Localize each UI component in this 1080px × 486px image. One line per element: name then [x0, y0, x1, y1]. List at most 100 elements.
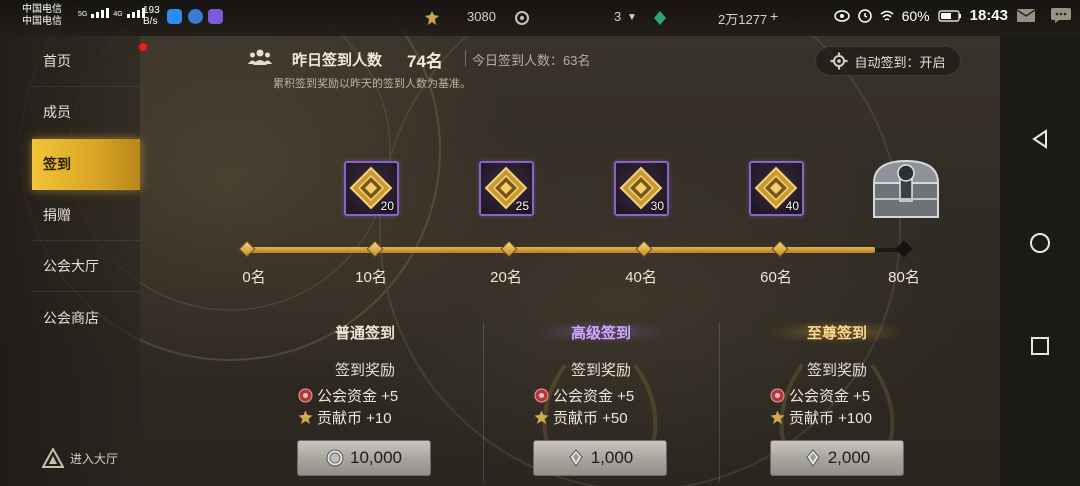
carrier-1: 中国电信 [22, 4, 62, 15]
sidebar-item-label: 首页 [43, 53, 71, 69]
resource-2-value: 3 [614, 9, 622, 24]
tier-reward-contribution: 贡献币 +50 [534, 407, 628, 427]
resource-2-dropdown-icon[interactable]: ▼ [627, 12, 637, 23]
sidebar-item-donate[interactable]: 捐赠 [32, 190, 140, 241]
sidebar-item-members[interactable]: 成员 [32, 87, 140, 138]
sidebar-item-label: 公会商店 [43, 309, 99, 326]
checkin-advanced-button[interactable]: 1,000 [533, 440, 667, 476]
net-speed: 193 B/s [143, 5, 160, 27]
chat-icon[interactable] [1050, 7, 1072, 24]
guild-fund-icon [534, 388, 549, 402]
resource-1-value: 3080 [467, 9, 496, 24]
sidebar-item-label: 公会大厅 [43, 258, 99, 274]
people-icon [248, 49, 272, 65]
checkin-normal-button[interactable]: 10,000 [297, 440, 431, 476]
contribution-coin-icon [534, 410, 549, 424]
progress-tick-label: 40名 [625, 269, 657, 286]
gold-gear-icon [425, 11, 439, 25]
tier-title: 至尊签到 [719, 315, 955, 349]
enter-hall-button[interactable]: 进入大厅 [42, 448, 118, 468]
tier-reward-2: 贡献币 +100 [789, 409, 872, 427]
sidebar-item-label: 成员 [43, 104, 71, 120]
signal-icon: 5G 4G [78, 8, 145, 18]
sidebar-item-guild-shop[interactable]: 公会商店 [32, 292, 140, 343]
progress-tick-label: 0名 [242, 269, 266, 286]
tier-normal: 普通签到 签到奖励 公会资金 +5 贡献币 +10 10,000 [247, 315, 483, 486]
tier-reward-1: 公会资金 +5 [317, 387, 399, 405]
contribution-coin-icon [770, 410, 785, 424]
notification-app-icon [208, 9, 223, 24]
milestone-reward-4[interactable]: 40 [749, 161, 804, 216]
progress-tick-label: 20名 [490, 269, 522, 286]
notification-dot [138, 42, 148, 52]
battery-percent: 60% [901, 7, 930, 24]
system-icons: 60% 18:43 [833, 7, 1072, 24]
crystal-icon [569, 449, 583, 467]
tier-reward-contribution: 贡献币 +10 [298, 407, 392, 427]
wifi-icon [880, 10, 894, 21]
tier-reward-1: 公会资金 +5 [553, 387, 635, 405]
price-label: 10,000 [350, 448, 402, 467]
milestone-reward-1[interactable]: 20 [344, 161, 399, 216]
back-triangle-icon [1032, 129, 1047, 149]
milestone-reward-3[interactable]: 30 [614, 161, 669, 216]
sidebar-item-checkin[interactable]: 签到 [32, 139, 140, 190]
home-button[interactable] [1000, 223, 1080, 263]
enter-hall-label: 进入大厅 [70, 451, 119, 466]
crystal-icon [806, 449, 820, 467]
today-checkin-label: 今日签到人数：63名 [472, 53, 591, 68]
yesterday-checkin-count: 74名 [407, 52, 443, 71]
mail-icon[interactable] [1016, 8, 1036, 23]
system-nav-bar [1000, 36, 1080, 486]
gear-icon [830, 52, 848, 70]
hall-emblem-icon [42, 448, 64, 468]
carrier-info: 中国电信 中国电信 [22, 4, 62, 28]
tier-reward-guild-fund: 公会资金 +5 [770, 385, 870, 405]
tier-reward-guild-fund: 公会资金 +5 [298, 385, 398, 405]
progress-tick-label: 80名 [888, 269, 920, 286]
add-resource-button[interactable]: + [770, 8, 778, 24]
tier-subtitle: 签到奖励 [806, 362, 867, 379]
back-button[interactable] [1000, 119, 1080, 159]
stamina-icon [515, 11, 529, 25]
sidebar: 首页 成员 签到 捐赠 公会大厅 公会商店 [0, 36, 140, 486]
tier-reward-2: 贡献币 +10 [317, 409, 392, 427]
status-bar: 中国电信 中国电信 5G 4G 193 B/s 3080 3 ▼ 2万1277 … [0, 0, 1080, 36]
recents-square-icon [1031, 337, 1049, 355]
checkin-supreme-button[interactable]: 2,000 [770, 440, 904, 476]
tier-reward-1: 公会资金 +5 [789, 387, 871, 405]
tier-reward-contribution: 贡献币 +100 [770, 407, 872, 427]
tier-subtitle: 签到奖励 [334, 362, 395, 379]
reward-quantity: 20 [380, 199, 394, 213]
clock: 18:43 [969, 7, 1008, 24]
sidebar-item-home[interactable]: 首页 [32, 36, 140, 87]
header-divider [465, 50, 466, 66]
net-type-2: 4G [113, 11, 123, 18]
alarm-icon [857, 8, 872, 23]
carrier-2: 中国电信 [22, 16, 62, 27]
auto-checkin-label: 自动签到：开启 [854, 54, 946, 70]
tier-reward-2: 贡献币 +50 [553, 409, 628, 427]
tier-title: 高级签到 [483, 315, 719, 349]
progress-tick-label: 10名 [355, 269, 387, 286]
reward-quantity: 30 [650, 199, 664, 213]
home-circle-icon [1030, 233, 1050, 253]
treasure-chest-icon[interactable] [866, 155, 946, 223]
net-speed-value: 193 [143, 5, 160, 16]
progress-tick-label: 60名 [760, 269, 792, 286]
battery-icon [938, 9, 961, 22]
milestone-reward-2[interactable]: 25 [479, 161, 534, 216]
browser-app-icon [188, 9, 203, 24]
price-label: 1,000 [590, 448, 634, 467]
reward-quantity: 25 [515, 199, 529, 213]
sidebar-item-label: 签到 [43, 156, 71, 172]
tier-advanced: 高级签到 签到奖励 公会资金 +5 贡献币 +50 1,000 [483, 315, 719, 486]
recents-button[interactable] [1000, 326, 1080, 366]
cloud-app-icon [167, 9, 182, 24]
resource-3-value: 2万1277 [718, 12, 768, 27]
sidebar-item-guild-hall[interactable]: 公会大厅 [32, 241, 140, 292]
silver-coin-icon [326, 449, 344, 467]
guild-fund-icon [770, 388, 785, 402]
auto-checkin-toggle[interactable]: 自动签到：开启 [815, 46, 961, 76]
yesterday-checkin-label: 昨日签到人数 [292, 52, 383, 69]
